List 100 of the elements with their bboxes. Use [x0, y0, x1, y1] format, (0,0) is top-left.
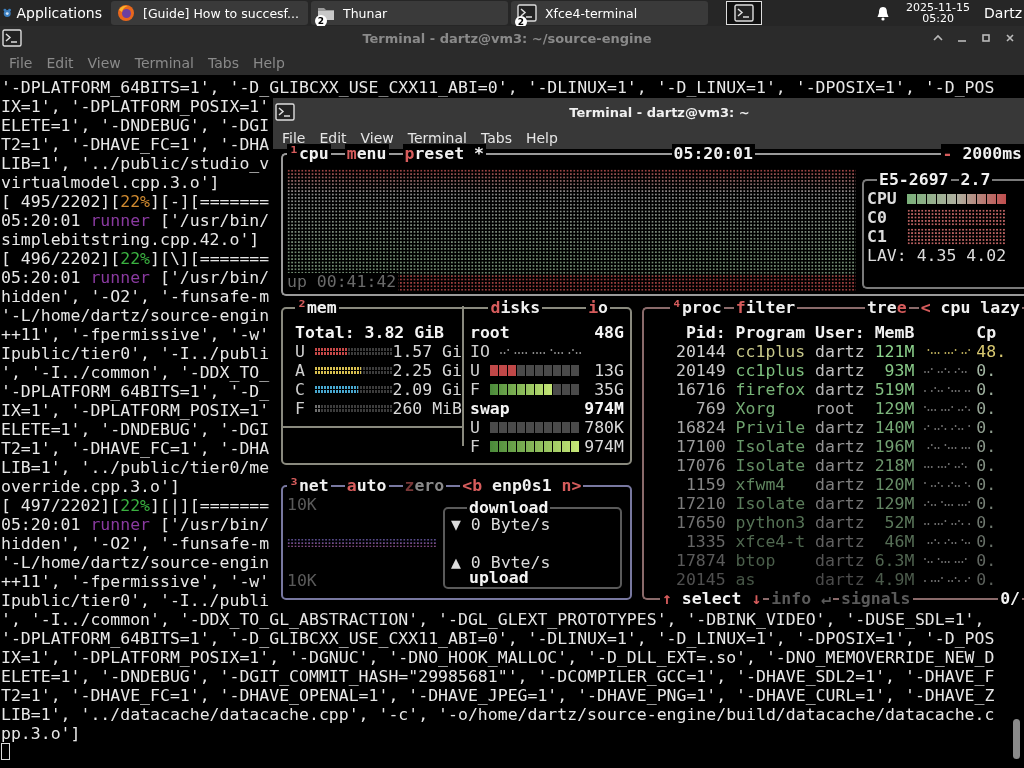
column-header[interactable]: Program: [735, 323, 816, 342]
process-count: 0/: [998, 589, 1022, 608]
close-icon[interactable]: [1004, 33, 1016, 43]
panel-tab[interactable]: preset *: [402, 144, 486, 163]
menu-item[interactable]: Help: [518, 129, 565, 146]
task-button[interactable]: [Guide] How to succesf...: [111, 1, 308, 25]
table-cell: 0.: [976, 532, 997, 551]
disk-name: swap: [470, 399, 510, 418]
terminal-line: simplebitstring.cpp.42.o']: [1, 230, 260, 249]
table-cell: 17210: [676, 494, 726, 513]
table-cell: 17874: [676, 551, 726, 570]
scrollbar-thumb[interactable]: [1013, 719, 1020, 759]
terminal-line: ELETE=1', '-DNDEBUG', '-DGI: [1, 116, 270, 135]
table-cell: 0.: [976, 513, 997, 532]
table-cell: 20144: [676, 342, 726, 361]
table-cell: 0.: [976, 456, 997, 475]
disk-name: root: [470, 323, 510, 342]
column-header[interactable]: MemB: [874, 323, 915, 342]
update-interval[interactable]: - 2000ms: [940, 144, 1024, 163]
table-cell: 0.: [976, 418, 997, 437]
applications-menu[interactable]: Applications: [0, 0, 108, 26]
panel-tab[interactable]: < cpu lazy: [918, 298, 1022, 317]
table-cell: 140M: [874, 418, 915, 437]
table-cell: 121M: [874, 342, 915, 361]
table-cell: 0.: [976, 551, 997, 570]
menu-item[interactable]: Terminal: [400, 129, 474, 146]
table-cell-text: Isolate: [735, 437, 807, 456]
disk-value: 780K: [584, 418, 624, 437]
download-rate: ▼ 0 Byte/s: [451, 515, 551, 534]
notification-bell-icon[interactable]: [876, 5, 891, 21]
scale-label: 10K: [287, 571, 318, 590]
terminal-line: Ipublic/tier0', '-I../publi: [1, 344, 270, 363]
menu-item[interactable]: Help: [245, 54, 292, 71]
terminal-line: '-L/home/dartz/source-engin: [1, 306, 270, 325]
table-cell: 196M: [874, 437, 915, 456]
menu-item[interactable]: Tabs: [473, 129, 519, 146]
menu-item[interactable]: Edit: [39, 54, 81, 71]
memory-value: 2.25 Gi: [392, 361, 462, 380]
terminal-line: virtualmodel.cpp.3.o']: [1, 173, 220, 192]
terminal-icon: [734, 4, 754, 22]
table-cell-text: 93M: [883, 361, 915, 380]
terminal-line: LIB=1', '../public/tier0/me: [1, 458, 270, 477]
memory-label: F: [295, 399, 305, 418]
disk-value: 35G: [594, 380, 624, 399]
table-cell-text: dartz: [815, 437, 866, 456]
table-cell-text: 769: [694, 399, 726, 418]
table-cell: 0.: [976, 570, 997, 589]
menu-item[interactable]: Tabs: [200, 54, 246, 71]
upload-label: upload: [467, 568, 531, 587]
table-cell-text: 52M: [883, 513, 915, 532]
terminal-line: ELETE=1', '-DNDEBUG', '-DGIT_COMMIT_HASH="29985681"', '-DCOMPILER_GCC=1', '-DHAVE_SDL2=1', '-DHAVE_F: [1, 667, 995, 686]
terminal-line: ', '-I../common', '-DDX_TO_: [1, 363, 270, 382]
column-header[interactable]: User:: [815, 323, 875, 342]
shade-icon[interactable]: [932, 33, 944, 43]
panel-tab[interactable]: ⁴proc: [670, 298, 724, 317]
maximize-icon[interactable]: [980, 33, 992, 43]
workspace-button[interactable]: [726, 1, 762, 25]
terminal-line: ELETE=1', '-DNDEBUG', '-DGI: [1, 420, 270, 439]
window-title: Terminal - dartz@vm3: ~/source-engine: [361, 30, 653, 46]
user-name[interactable]: Dartz: [984, 5, 1022, 21]
task-button[interactable]: 2 Thunar: [311, 1, 508, 25]
menu-item[interactable]: File: [2, 54, 40, 71]
memory-value: 2.09 Gi: [392, 380, 462, 399]
menu-item[interactable]: View: [80, 54, 128, 71]
text-cursor: [1, 743, 10, 760]
menu-item[interactable]: File: [275, 129, 313, 146]
table-cell-text: as: [735, 570, 757, 589]
terminal-line: hidden', '-O2', '-funsafe-m: [1, 534, 270, 553]
table-cell-text: btop: [735, 551, 777, 570]
uptime-text: up 00:41:42: [287, 273, 399, 291]
terminal-line: LIB=1', '../public/studio_v: [1, 154, 270, 173]
table-cell: 218M: [874, 456, 915, 475]
disk-size: 48G: [594, 323, 624, 342]
window-title: Terminal - dartz@vm3: ~: [568, 104, 751, 120]
panel-tab[interactable]: <b enp0s1 n>: [460, 476, 584, 495]
terminal-icon: [275, 103, 295, 121]
browser-icon: [117, 4, 135, 22]
table-cell-text: dartz: [815, 532, 866, 551]
disk-value: 974M: [584, 437, 624, 456]
memory-value: 1.57 Gi: [392, 342, 462, 361]
scale-label: 10K: [287, 495, 318, 514]
task-button[interactable]: 2 Xfce4-terminal: [511, 1, 708, 25]
column-header[interactable]: Pid:: [676, 323, 726, 342]
table-cell-text: Privile: [735, 418, 807, 437]
menu-item[interactable]: Edit: [312, 129, 354, 146]
menu-item[interactable]: Terminal: [127, 54, 201, 71]
terminal-line: hidden', '-O2', '-funsafe-m: [1, 287, 270, 306]
table-cell: 4.9M: [874, 570, 915, 589]
table-cell-text: dartz: [815, 361, 866, 380]
menu-item[interactable]: View: [353, 129, 401, 146]
terminal-line: IX=1', '-DPLATFORM_POSIX=1': [1, 97, 270, 116]
memory-value: 260 MiB: [392, 399, 462, 418]
terminal-line: '-DPLATFORM_64BITS=1', '-D_: [1, 382, 270, 401]
terminal-line: '-DPLATFORM_64BITS=1', '-D_GLIBCXX_USE_CXX11_ABI=0', '-DLINUX=1', '-D_LINUX=1', '-DPOSIX=1', '-D_POS: [1, 78, 995, 97]
terminal-line: [ 496/2202][22%][\][=======: [1, 249, 270, 268]
column-header[interactable]: Cp: [976, 323, 997, 342]
table-cell: 0.: [976, 475, 997, 494]
terminal-line: ', '-I../common', '-DDX_TO_GL_ABSTRACTION', '-DGL_GLEXT_PROTOTYPES', '-DBINK_VIDEO', '-DUSE_SDL=1',: [1, 610, 985, 629]
panel-tab[interactable]: ¹cpu: [287, 144, 331, 163]
core-label: C0: [867, 208, 888, 227]
